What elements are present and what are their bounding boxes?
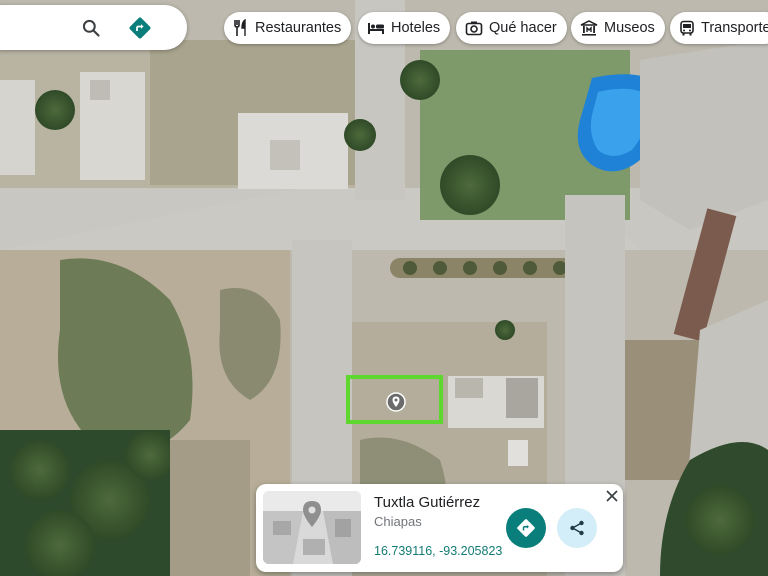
bed-icon <box>368 23 384 34</box>
chip-transporte[interactable]: Transporte <box>670 12 768 44</box>
chip-restaurantes[interactable]: Restaurantes <box>224 12 352 44</box>
museum-icon <box>580 20 598 36</box>
place-coordinates[interactable]: 16.739116, -93.205823 <box>374 544 502 558</box>
place-thumbnail[interactable] <box>263 491 361 564</box>
bus-icon <box>680 20 694 36</box>
chip-hoteles[interactable]: Hoteles <box>358 12 451 44</box>
share-icon <box>570 520 584 536</box>
search-box[interactable] <box>0 5 187 50</box>
chip-label: Qué hacer <box>489 20 557 36</box>
place-info-card[interactable]: Tuxtla Gutiérrez Chiapas 16.739116, -93.… <box>256 484 623 572</box>
search-button[interactable] <box>78 15 104 41</box>
close-button[interactable] <box>603 487 621 505</box>
search-icon <box>82 19 100 37</box>
close-icon <box>606 490 618 502</box>
chip-que-hacer[interactable]: Qué hacer <box>456 12 567 44</box>
directions-icon <box>517 519 535 537</box>
share-button[interactable] <box>557 508 597 548</box>
place-title: Tuxtla Gutiérrez <box>374 494 481 511</box>
camera-icon <box>465 21 483 36</box>
directions-icon <box>129 17 151 39</box>
place-subtitle: Chiapas <box>374 514 422 529</box>
directions-button[interactable] <box>126 14 154 42</box>
location-pin-icon <box>386 392 406 412</box>
directions-button[interactable] <box>506 508 546 548</box>
chip-label: Restaurantes <box>255 20 342 36</box>
fork-knife-icon <box>234 19 246 36</box>
chip-label: Hoteles <box>391 20 441 36</box>
location-marker[interactable] <box>386 392 406 412</box>
chip-label: Transporte <box>701 20 768 36</box>
chip-museos[interactable]: Museos <box>571 12 665 44</box>
chip-label: Museos <box>604 20 655 36</box>
street-view-thumbnail <box>263 491 361 564</box>
